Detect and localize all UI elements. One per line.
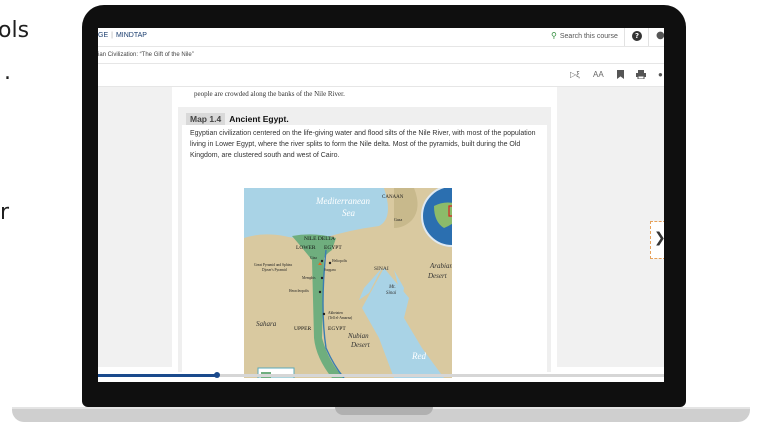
brand-left: GE	[98, 32, 109, 39]
map-label-gaza: Gaza	[394, 217, 402, 222]
header-divider	[648, 28, 649, 46]
text-size-button[interactable]: AA	[593, 70, 604, 79]
app-header: GE | MINDTAP ⚲ Search this course ? ●	[98, 28, 664, 47]
map-heading: Map 1.4 Ancient Egypt.	[186, 113, 289, 125]
map-label-pyramids: Great Pyramid and Sphinx	[254, 263, 292, 267]
map-marker	[320, 259, 324, 263]
map-label-upper-egypt: EGYPT	[328, 326, 346, 332]
map-label-red: Red	[411, 351, 426, 361]
map-label-saqqara: Saqqara	[324, 268, 336, 272]
ebook-page: people are crowded along the banks of th…	[172, 87, 557, 378]
background-text-2: .	[4, 60, 11, 85]
breadcrumb: ian Civilization: “The Gift of the Nile”	[98, 47, 664, 64]
next-page-button[interactable]: ❯	[650, 221, 664, 259]
header-divider	[624, 28, 625, 46]
reader-pane: people are crowded along the banks of th…	[98, 87, 664, 378]
map-marker	[328, 261, 332, 265]
map-label-mt: Mt.	[388, 285, 396, 290]
brand-right: MINDTAP	[115, 32, 147, 39]
map-marker	[322, 312, 326, 316]
egypt-map[interactable]: Mediterranean Sea CANAAN Gaza NILE DELTA…	[244, 188, 452, 378]
search-label: Search this course	[559, 33, 618, 40]
map-label-arabian-desert: Desert	[427, 272, 448, 280]
read-aloud-button[interactable]: ▷ξ	[570, 70, 580, 79]
map-marker	[320, 276, 324, 280]
user-icon[interactable]: ●	[656, 30, 664, 41]
map-label-amarna: (Tell el-Amarna)	[328, 316, 353, 320]
map-label-upper: UPPER	[294, 326, 311, 332]
map-label-egypt: EGYPT	[324, 245, 342, 251]
map-label-nubian: Nubian	[347, 332, 369, 340]
map-label-arabian: Arabian	[429, 262, 452, 270]
map-label-sahara: Sahara	[256, 320, 277, 328]
map-label-akhetaten: Akhetaten	[328, 311, 343, 315]
map-label-canaan: CANAAN	[382, 195, 404, 200]
progress-scrubber[interactable]	[98, 372, 664, 378]
body-text: people are crowded along the banks of th…	[194, 90, 345, 98]
map-label-delta: NILE DELTA	[304, 236, 335, 242]
more-options-icon[interactable]: ●	[658, 70, 663, 79]
print-icon[interactable]	[636, 70, 646, 81]
brand-logo[interactable]: GE | MINDTAP	[98, 32, 147, 39]
reader-toolbar: ▷ξ AA ●	[98, 64, 664, 87]
progress-fill	[98, 374, 217, 377]
map-label-nubian-desert: Desert	[350, 341, 371, 349]
map-number: Map 1.4	[186, 113, 226, 125]
map-label-sinai: SINAI	[374, 266, 389, 272]
progress-handle[interactable]	[214, 372, 220, 378]
search-icon: ⚲	[551, 31, 557, 40]
laptop-notch	[335, 407, 433, 415]
bookmark-icon[interactable]	[617, 70, 624, 81]
map-title: Ancient Egypt.	[229, 114, 289, 124]
map-caption: Egyptian civilization centered on the li…	[190, 130, 536, 159]
map-label-lower: LOWER	[296, 245, 316, 251]
map-marker	[318, 290, 322, 294]
brand-separator: |	[111, 32, 113, 39]
map-label-heracleopolis: Heracleopolis	[289, 289, 310, 293]
map-label-sea: Sea	[342, 208, 355, 218]
map-card: Egyptian civilization centered on the li…	[182, 125, 547, 378]
map-figure: Map 1.4 Ancient Egypt. Egyptian civilizat…	[178, 107, 551, 378]
map-label-djoser: Djoser's Pyramid	[262, 268, 287, 272]
map-label-sea: Mediterranean	[315, 196, 370, 206]
laptop-screen: GE | MINDTAP ⚲ Search this course ? ● ian C…	[98, 28, 664, 382]
map-label-memphis: Memphis	[302, 276, 316, 280]
search-course-link[interactable]: ⚲ Search this course	[551, 31, 618, 40]
background-text-1: ols	[0, 18, 30, 43]
map-label-giza: Giza	[310, 256, 317, 260]
background-text-3: r	[0, 200, 10, 225]
map-label-mt-sinai: Sinai	[386, 291, 397, 296]
chevron-right-icon: ❯	[654, 230, 664, 246]
help-icon[interactable]: ?	[632, 31, 642, 41]
map-label-heliopolis: Heliopolis	[332, 259, 348, 263]
